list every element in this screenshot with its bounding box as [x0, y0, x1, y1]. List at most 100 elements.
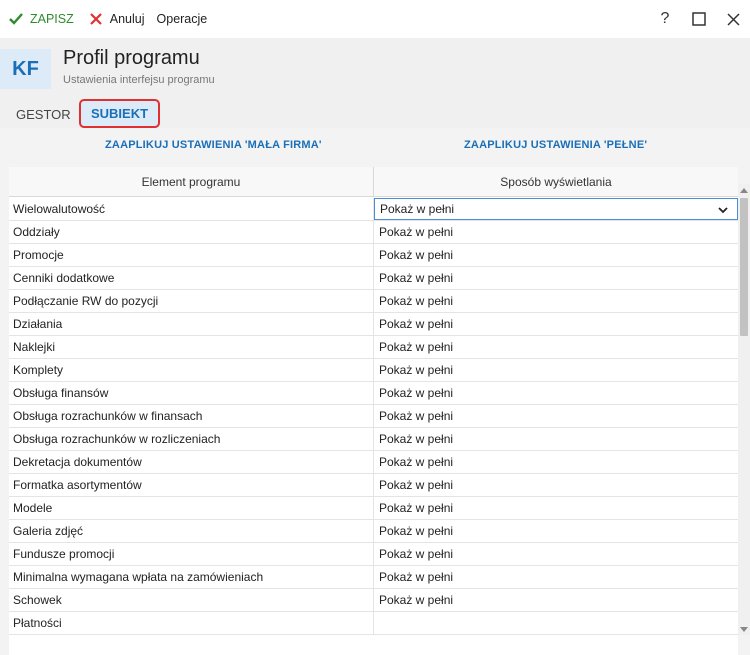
help-icon: ? — [660, 10, 670, 27]
display-mode-value: Pokaż w pełni — [379, 294, 454, 308]
display-mode-cell[interactable]: Pokaż w pełni — [374, 543, 738, 565]
display-mode-cell[interactable]: Pokaż w pełni — [374, 382, 738, 404]
table-row[interactable]: Formatka asortymentów Pokaż w pełni — [9, 474, 738, 497]
display-mode-cell[interactable]: Pokaż w pełni — [374, 267, 738, 289]
display-mode-value: Pokaż w pełni — [379, 386, 454, 400]
element-name-cell: Dekretacja dokumentów — [9, 451, 374, 473]
element-name-cell: Oddziały — [9, 221, 374, 243]
display-mode-cell[interactable]: Pokaż w pełni — [374, 359, 738, 381]
cancel-button[interactable]: Anuluj — [88, 0, 145, 38]
table-row[interactable]: Działania Pokaż w pełni — [9, 313, 738, 336]
grid-rows: Wielowalutowość Pokaż w pełni Oddziały Poka… — [9, 198, 738, 635]
display-mode-cell[interactable]: Pokaż w pełni — [374, 497, 738, 519]
element-name-cell: Minimalna wymagana wpłata na zamówieniac… — [9, 566, 374, 588]
table-row[interactable]: Modele Pokaż w pełni — [9, 497, 738, 520]
element-name-cell: Działania — [9, 313, 374, 335]
element-name-cell: Podłączanie RW do pozycji — [9, 290, 374, 312]
save-label: ZAPISZ — [30, 12, 74, 26]
maximize-icon — [692, 12, 706, 26]
column-header-element[interactable]: Element programu — [9, 167, 374, 197]
page-title: Profil programu — [63, 47, 200, 69]
vertical-scrollbar[interactable] — [738, 184, 750, 635]
element-name-cell: Naklejki — [9, 336, 374, 358]
tab-bar: GESTOR SUBIEKT — [0, 99, 750, 128]
display-mode-value: Pokaż w pełni — [379, 547, 454, 561]
display-mode-cell[interactable]: Pokaż w pełni — [374, 566, 738, 588]
element-name-cell: Obsługa finansów — [9, 382, 374, 404]
display-mode-value: Pokaż w pełni — [379, 501, 454, 515]
display-mode-cell[interactable]: Pokaż w pełni — [374, 428, 738, 450]
table-row[interactable]: Fundusze promocji Pokaż w pełni — [9, 543, 738, 566]
apply-full-link[interactable]: ZAAPLIKUJ USTAWIENIA 'PEŁNE' — [464, 139, 647, 151]
table-row[interactable]: Podłączanie RW do pozycji Pokaż w pełni — [9, 290, 738, 313]
tab-subiekt[interactable]: SUBIEKT — [79, 99, 160, 128]
display-mode-cell[interactable]: Pokaż w pełni — [374, 290, 738, 312]
table-row[interactable]: Komplety Pokaż w pełni — [9, 359, 738, 382]
element-name-cell: Obsługa rozrachunków w rozliczeniach — [9, 428, 374, 450]
chevron-down-icon[interactable] — [717, 204, 729, 216]
toolbar: ZAPISZ Anuluj Operacje ? — [0, 0, 750, 38]
settings-grid: Element programu Sposób wyświetlania Wie… — [9, 167, 738, 655]
cancel-label: Anuluj — [109, 12, 145, 26]
display-mode-value: Pokaż w pełni — [379, 317, 454, 331]
table-row[interactable]: Galeria zdjęć Pokaż w pełni — [9, 520, 738, 543]
help-button[interactable]: ? — [648, 0, 682, 38]
display-mode-cell[interactable]: Pokaż w pełni — [374, 589, 738, 611]
display-mode-value: Pokaż w pełni — [379, 340, 454, 354]
scroll-down-arrow-icon[interactable] — [738, 623, 750, 635]
display-mode-dropdown[interactable]: Pokaż w pełni — [374, 198, 738, 220]
display-mode-value: Pokaż w pełni — [379, 455, 454, 469]
apply-small-company-link[interactable]: ZAAPLIKUJ USTAWIENIA 'MAŁA FIRMA' — [105, 139, 322, 151]
element-name-cell: Wielowalutowość — [9, 198, 374, 220]
close-window-button[interactable] — [716, 0, 750, 38]
table-row[interactable]: Schowek Pokaż w pełni — [9, 589, 738, 612]
display-mode-value: Pokaż w pełni — [379, 271, 454, 285]
table-row[interactable]: Minimalna wymagana wpłata na zamówieniac… — [9, 566, 738, 589]
save-button[interactable]: ZAPISZ — [8, 0, 74, 38]
table-row[interactable]: Promocje Pokaż w pełni — [9, 244, 738, 267]
table-row[interactable]: Obsługa rozrachunków w finansach Pokaż w … — [9, 405, 738, 428]
display-mode-cell[interactable] — [374, 612, 738, 634]
scroll-up-arrow-icon[interactable] — [738, 184, 750, 196]
module-badge: KF — [0, 49, 51, 89]
element-name-cell: Promocje — [9, 244, 374, 266]
display-mode-value: Pokaż w pełni — [379, 593, 454, 607]
settings-panel: ZAAPLIKUJ USTAWIENIA 'MAŁA FIRMA' ZAAPLI… — [0, 128, 750, 655]
table-row[interactable]: Obsługa finansów Pokaż w pełni — [9, 382, 738, 405]
table-row[interactable]: Dekretacja dokumentów Pokaż w pełni — [9, 451, 738, 474]
display-mode-value: Pokaż w pełni — [379, 225, 454, 239]
element-name-cell: Obsługa rozrachunków w finansach — [9, 405, 374, 427]
element-name-cell: Fundusze promocji — [9, 543, 374, 565]
table-row[interactable]: Cenniki dodatkowe Pokaż w pełni — [9, 267, 738, 290]
display-mode-value: Pokaż w pełni — [379, 363, 454, 377]
display-mode-cell[interactable]: Pokaż w pełni — [374, 221, 738, 243]
element-name-cell: Schowek — [9, 589, 374, 611]
display-mode-value: Pokaż w pełni — [379, 478, 454, 492]
maximize-button[interactable] — [682, 0, 716, 38]
table-row[interactable]: Płatności — [9, 612, 738, 635]
table-row[interactable]: Wielowalutowość Pokaż w pełni — [9, 198, 738, 221]
display-mode-cell[interactable]: Pokaż w pełni — [374, 451, 738, 473]
tab-gestor[interactable]: GESTOR — [16, 100, 71, 128]
display-mode-cell[interactable]: Pokaż w pełni — [374, 405, 738, 427]
element-name-cell: Komplety — [9, 359, 374, 381]
display-mode-cell[interactable]: Pokaż w pełni — [374, 313, 738, 335]
grid-header: Element programu Sposób wyświetlania — [9, 167, 738, 197]
display-mode-value: Pokaż w pełni — [379, 432, 454, 446]
display-mode-cell[interactable]: Pokaż w pełni — [374, 336, 738, 358]
display-mode-cell[interactable]: Pokaż w pełni — [374, 520, 738, 542]
display-mode-cell[interactable]: Pokaż w pełni — [374, 474, 738, 496]
element-name-cell: Formatka asortymentów — [9, 474, 374, 496]
scrollbar-thumb[interactable] — [740, 198, 748, 336]
table-row[interactable]: Oddziały Pokaż w pełni — [9, 221, 738, 244]
close-icon — [726, 12, 740, 26]
table-row[interactable]: Obsługa rozrachunków w rozliczeniach Poka… — [9, 428, 738, 451]
column-header-display-mode[interactable]: Sposób wyświetlania — [374, 167, 738, 197]
display-mode-cell[interactable]: Pokaż w pełni — [374, 244, 738, 266]
page-subtitle: Ustawienia interfejsu programu — [63, 74, 215, 86]
table-row[interactable]: Naklejki Pokaż w pełni — [9, 336, 738, 359]
close-x-icon — [88, 11, 104, 27]
operations-menu[interactable]: Operacje — [157, 0, 208, 38]
display-mode-value: Pokaż w pełni — [379, 248, 454, 262]
element-name-cell: Cenniki dodatkowe — [9, 267, 374, 289]
